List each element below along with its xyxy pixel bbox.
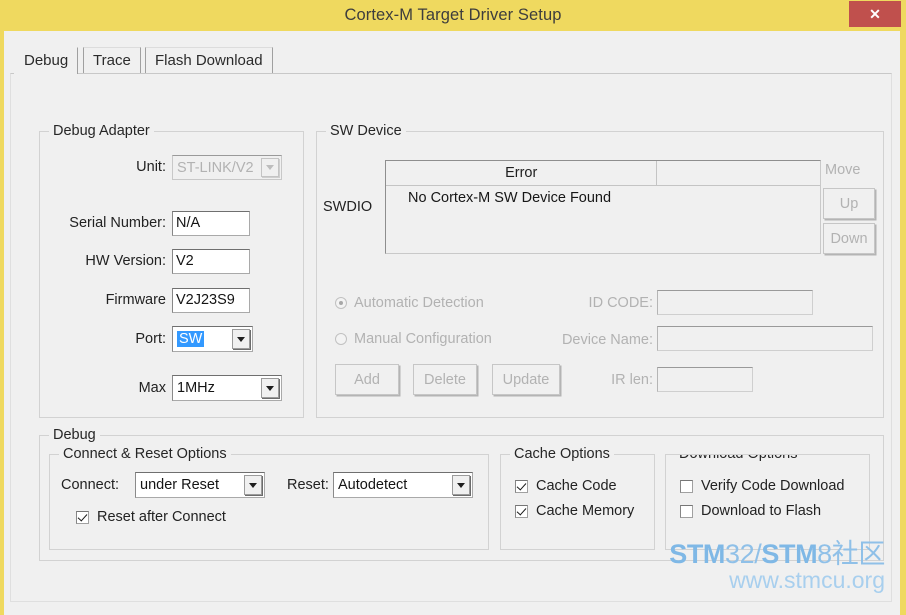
radio-automatic-detection-label: Automatic Detection [354,295,484,311]
reset-combobox[interactable]: Autodetect [333,472,473,498]
checkbox-icon [680,504,693,518]
target-driver-setup-dialog: Cortex-M Target Driver Setup ✕ Debug Tra… [0,0,906,615]
checkbox-icon [76,510,89,524]
close-icon[interactable]: ✕ [849,1,901,27]
chevron-down-icon [232,329,250,349]
max-clock-label: Max [138,380,166,396]
hw-version-field[interactable]: V2 [172,249,250,274]
checkbox-cache-memory[interactable]: Cache Memory [515,503,634,519]
update-button[interactable]: Update [492,364,560,395]
device-name-label: Device Name: [561,332,653,348]
hw-version-label: HW Version: [85,253,166,269]
checkbox-reset-after-connect[interactable]: Reset after Connect [76,509,226,525]
radio-manual-configuration-label: Manual Configuration [354,331,492,347]
checkbox-icon [515,479,528,493]
unit-combobox-value: ST-LINK/V2 [177,159,254,176]
listview-header: Error [386,161,820,186]
move-up-button[interactable]: Up [823,188,875,219]
port-combobox[interactable]: SW [172,326,253,352]
listview-cell-error: No Cortex-M SW Device Found [408,190,612,206]
connect-combobox[interactable]: under Reset [135,472,265,498]
sw-device-listview[interactable]: Error No Cortex-M SW Device Found [385,160,821,254]
unit-label: Unit: [136,159,166,175]
checkbox-cache-code-label: Cache Code [536,478,617,494]
checkbox-icon [515,504,528,518]
delete-button[interactable]: Delete [413,364,477,395]
table-row[interactable]: No Cortex-M SW Device Found [386,186,820,210]
move-label: Move [825,162,861,178]
tab-trace[interactable]: Trace [83,47,141,74]
dialog-client-area: Debug Trace Flash Download Debug Adapter… [4,31,900,615]
radio-icon [335,297,347,309]
serial-number-field[interactable]: N/A [172,211,250,236]
tab-flash-download[interactable]: Flash Download [145,47,273,74]
connect-combobox-value: under Reset [140,477,219,493]
group-download-options-title: Download Options [675,455,802,462]
window-frame-right [900,31,906,615]
device-name-field[interactable] [657,326,873,351]
page-title: Cortex-M Target Driver Setup [344,6,562,24]
group-connect-reset-options: Connect & Reset Options Connect: under R… [49,446,489,550]
serial-number-label: Serial Number: [69,215,166,231]
group-download-options: Download Options Verify Code Download Do… [665,454,870,550]
group-debug: Debug Connect & Reset Options Connect: u… [39,427,884,561]
listview-column-blank[interactable] [657,161,820,186]
radio-manual-configuration[interactable]: Manual Configuration [335,331,492,347]
max-clock-combobox[interactable]: 1MHz [172,375,282,401]
tab-page-debug: Debug Adapter Unit: ST-LINK/V2 Serial Nu… [10,73,892,602]
group-debug-title: Debug [49,427,100,443]
reset-combobox-value: Autodetect [338,477,408,493]
reset-label: Reset: [287,477,329,493]
port-combobox-value: SW [177,331,205,347]
add-button[interactable]: Add [335,364,399,395]
chevron-down-icon [261,378,279,398]
chevron-down-icon [244,475,262,495]
port-label: Port: [135,331,166,347]
tab-debug[interactable]: Debug [14,47,79,74]
listview-column-error[interactable]: Error [386,161,658,186]
ir-len-field[interactable] [657,367,753,392]
checkbox-verify-code-download[interactable]: Verify Code Download [680,478,844,494]
checkbox-verify-code-download-label: Verify Code Download [701,478,845,494]
checkbox-icon [680,479,693,493]
checkbox-cache-code[interactable]: Cache Code [515,478,617,494]
chevron-down-icon [261,158,279,177]
id-code-field[interactable] [657,290,813,315]
group-cache-options-title: Cache Options [510,446,614,462]
connect-label: Connect: [61,477,120,493]
id-code-label: ID CODE: [588,295,653,311]
checkbox-download-to-flash-label: Download to Flash [701,503,822,519]
group-debug-adapter-title: Debug Adapter [49,123,154,139]
title-bar: Cortex-M Target Driver Setup ✕ [0,0,906,31]
group-connect-reset-title: Connect & Reset Options [59,446,231,462]
checkbox-download-to-flash[interactable]: Download to Flash [680,503,821,519]
unit-combobox[interactable]: ST-LINK/V2 [172,155,282,180]
radio-icon [335,333,347,345]
group-sw-device: SW Device SWDIO Error No Cortex-M SW Dev… [316,123,884,418]
swdio-label: SWDIO [323,199,373,215]
chevron-down-icon [452,475,470,495]
group-cache-options: Cache Options Cache Code Cache Memory [500,446,655,550]
checkbox-reset-after-connect-label: Reset after Connect [97,509,226,525]
move-down-button[interactable]: Down [823,223,875,254]
checkbox-cache-memory-label: Cache Memory [536,503,635,519]
group-sw-device-title: SW Device [326,123,406,139]
firmware-field[interactable]: V2J23S9 [172,288,250,313]
firmware-label: Firmware [105,292,166,308]
max-clock-combobox-value: 1MHz [177,380,215,396]
watermark-line-2: www.stmcu.org [729,567,885,593]
radio-automatic-detection[interactable]: Automatic Detection [335,295,484,311]
group-debug-adapter: Debug Adapter Unit: ST-LINK/V2 Serial Nu… [39,123,304,418]
